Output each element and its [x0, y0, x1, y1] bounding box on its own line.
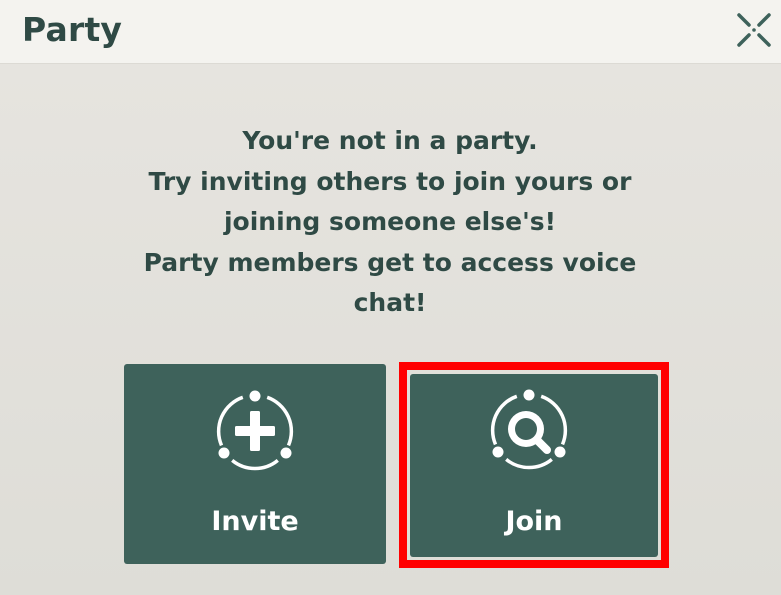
message-line: joining someone else's!	[223, 207, 557, 236]
join-search-icon	[490, 389, 568, 470]
join-button-label: Join	[505, 506, 563, 537]
dialog-header: Party	[0, 0, 781, 64]
invite-button-label: Invite	[211, 506, 299, 537]
empty-party-message: You're not in a party. Try inviting othe…	[90, 121, 690, 324]
message-line: You're not in a party.	[242, 126, 538, 155]
message-line: chat!	[353, 288, 427, 317]
message-line: Party members get to access voice	[143, 247, 637, 277]
dialog-title: Party	[22, 10, 123, 49]
close-button[interactable]	[730, 6, 778, 54]
message-line: Try inviting others to join yours or	[148, 166, 632, 196]
close-x-icon	[737, 13, 771, 47]
join-button[interactable]: Join	[410, 374, 658, 557]
invite-button[interactable]: Invite	[124, 364, 386, 564]
invite-plus-icon	[216, 390, 294, 471]
